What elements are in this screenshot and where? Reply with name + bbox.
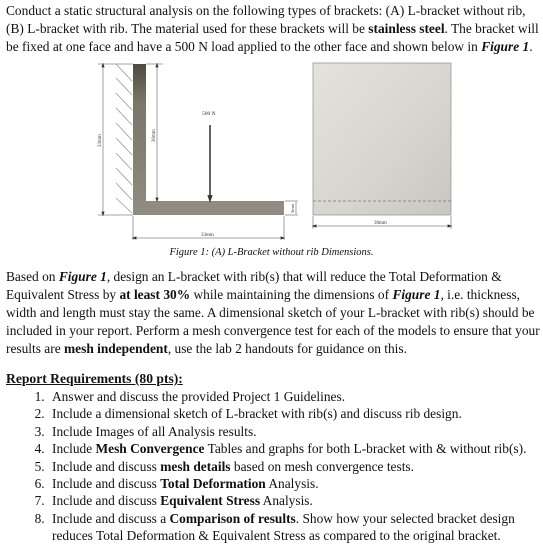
requirement-item: Include and discuss Total Deformation An… — [48, 475, 538, 492]
requirement-item: Include and discuss a Comparison of resu… — [48, 510, 538, 545]
dim-length-label: 33mm — [201, 233, 214, 238]
reduction-target: at least 30% — [119, 287, 191, 302]
bracket-vertical-leg — [133, 64, 146, 215]
figure-reference: Figure 1 — [481, 39, 530, 54]
material-highlight: stainless steel — [368, 21, 445, 36]
dim-width-label: 30mm — [374, 221, 387, 226]
requirement-item: Include Mesh Convergence Tables and grap… — [48, 440, 538, 457]
fixed-support-hatching — [115, 63, 133, 214]
requirements-heading: Report Requirements (80 pts): — [6, 371, 183, 386]
requirement-item: Include and discuss mesh details based o… — [48, 458, 538, 475]
bracket-top-view-plate — [312, 62, 452, 216]
dim-total-height-label: 33mm — [98, 134, 103, 147]
requirement-item: Include a dimensional sketch of L-bracke… — [48, 405, 538, 422]
figure-reference: Figure 1 — [58, 269, 107, 284]
figure-reference: Figure 1 — [392, 287, 441, 302]
requirements-list: Answer and discuss the provided Project … — [0, 388, 538, 545]
load-label: 500 N — [202, 111, 216, 117]
bracket-horizontal-leg — [133, 201, 284, 215]
design-paragraph: Based on Figure 1, design an L-bracket w… — [6, 269, 540, 356]
requirement-item: Answer and discuss the provided Project … — [48, 388, 538, 405]
mesh-independent-highlight: mesh independent — [64, 341, 168, 356]
figure-caption: Figure 1: (A) L-Bracket without rib Dime… — [169, 247, 374, 258]
dim-total-height — [98, 62, 133, 217]
requirement-item: Include and discuss Equivalent Stress An… — [48, 492, 538, 509]
dim-inner-height-label: 30mm — [152, 129, 157, 142]
dim-thickness-label: 3mm — [290, 203, 295, 213]
intro-paragraph: Conduct a static structural analysis on … — [6, 3, 539, 54]
figure-1-drawing: 33mm 30mm 500 N 3mm 33mm 30mm — [98, 62, 453, 240]
requirement-item: Include Images of all Analysis results. — [48, 423, 538, 440]
